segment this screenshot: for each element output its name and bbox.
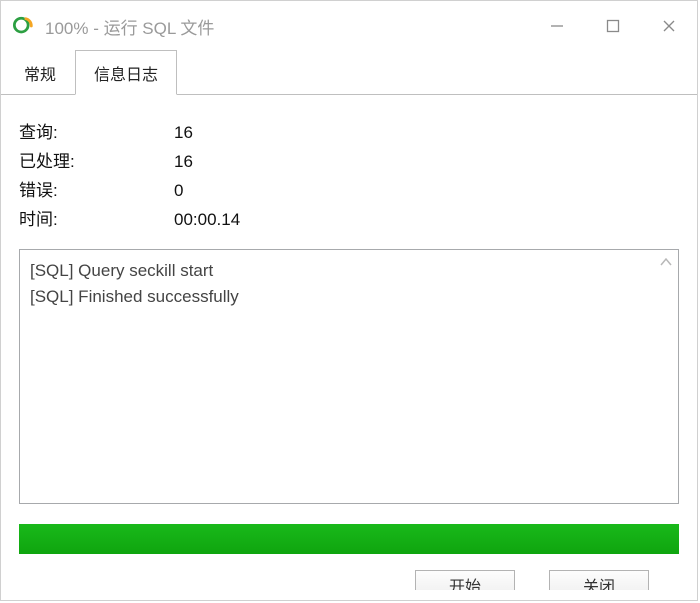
stat-row-query: 查询: 16	[19, 119, 679, 148]
stat-label: 已处理:	[19, 148, 174, 177]
scroll-up-icon[interactable]	[660, 256, 672, 270]
stat-label: 查询:	[19, 119, 174, 148]
stat-value: 16	[174, 119, 193, 148]
titlebar: 100% - 运行 SQL 文件	[1, 1, 697, 51]
close-button[interactable]	[641, 1, 697, 51]
button-bar: 开始 关闭	[19, 570, 679, 590]
tab-general[interactable]: 常规	[5, 50, 75, 95]
stat-label: 时间:	[19, 206, 174, 235]
window-title: 100% - 运行 SQL 文件	[45, 14, 529, 39]
log-output[interactable]: [SQL] Query seckill start [SQL] Finished…	[19, 249, 679, 504]
stat-row-errors: 错误: 0	[19, 177, 679, 206]
tab-content-log: 查询: 16 已处理: 16 错误: 0 时间: 00:00.14 [SQL] …	[1, 95, 697, 600]
minimize-button[interactable]	[529, 1, 585, 51]
app-icon	[13, 15, 35, 37]
tab-strip: 常规 信息日志	[1, 51, 697, 95]
dialog-window: 100% - 运行 SQL 文件 常规 信息日志 查询: 16 已处理: 16 …	[0, 0, 698, 601]
stat-row-processed: 已处理: 16	[19, 148, 679, 177]
start-button[interactable]: 开始	[415, 570, 515, 590]
stats-block: 查询: 16 已处理: 16 错误: 0 时间: 00:00.14	[19, 119, 679, 235]
stat-row-time: 时间: 00:00.14	[19, 206, 679, 235]
progress-bar	[19, 524, 679, 554]
log-line: [SQL] Finished successfully	[30, 284, 668, 310]
maximize-button[interactable]	[585, 1, 641, 51]
stat-value: 16	[174, 148, 193, 177]
stat-value: 00:00.14	[174, 206, 240, 235]
stat-value: 0	[174, 177, 183, 206]
close-dialog-button[interactable]: 关闭	[549, 570, 649, 590]
stat-label: 错误:	[19, 177, 174, 206]
tab-log[interactable]: 信息日志	[75, 50, 177, 95]
log-line: [SQL] Query seckill start	[30, 258, 668, 284]
